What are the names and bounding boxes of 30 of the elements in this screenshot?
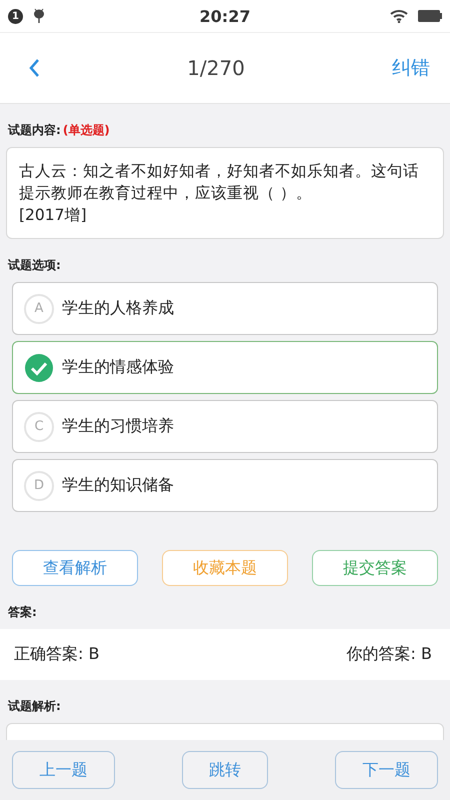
question-text: 古人云：知之者不如好知者，好知者不如乐知者。这句话提示教师在教育过程中，应该重视（ ）。 <box>19 161 420 204</box>
nav-button[interactable]: 上一题 <box>12 751 115 789</box>
section-label: 试题解析: <box>8 698 61 715</box>
report-error-link[interactable]: 纠错 <box>392 55 430 81</box>
option-letter: A <box>24 294 54 324</box>
correct-answer: 正确答案: B <box>14 644 100 665</box>
answer-option[interactable]: D 学生的知识储备 <box>12 459 438 512</box>
action-button[interactable]: 收藏本题 <box>162 550 288 586</box>
status-time: 20:27 <box>200 6 250 26</box>
section-label: 试题内容: <box>8 122 61 139</box>
answer-option[interactable]: 学生的情感体验 <box>12 341 438 394</box>
nav-button[interactable]: 下一题 <box>335 751 438 789</box>
wifi-icon <box>390 9 408 23</box>
answer-option[interactable]: C 学生的习惯培养 <box>12 400 438 453</box>
notification-badge: 1 <box>8 8 23 24</box>
option-letter: C <box>24 412 54 442</box>
option-letter: D <box>24 470 54 500</box>
question-source: [2017增] <box>19 205 88 226</box>
battery-icon <box>418 9 442 23</box>
action-button[interactable]: 查看解析 <box>12 550 138 586</box>
your-answer: 你的答案: B <box>346 644 432 665</box>
nav-button[interactable]: 跳转 <box>182 751 268 789</box>
section-label: 答案: <box>8 604 37 621</box>
action-button[interactable]: 提交答案 <box>312 550 438 586</box>
android-icon <box>33 8 45 24</box>
answer-option[interactable]: A 学生的人格养成 <box>12 282 438 335</box>
section-label: 试题选项: <box>8 257 61 274</box>
question-type: (单选题) <box>62 122 110 139</box>
back-icon[interactable] <box>28 58 40 78</box>
check-icon <box>24 352 54 382</box>
